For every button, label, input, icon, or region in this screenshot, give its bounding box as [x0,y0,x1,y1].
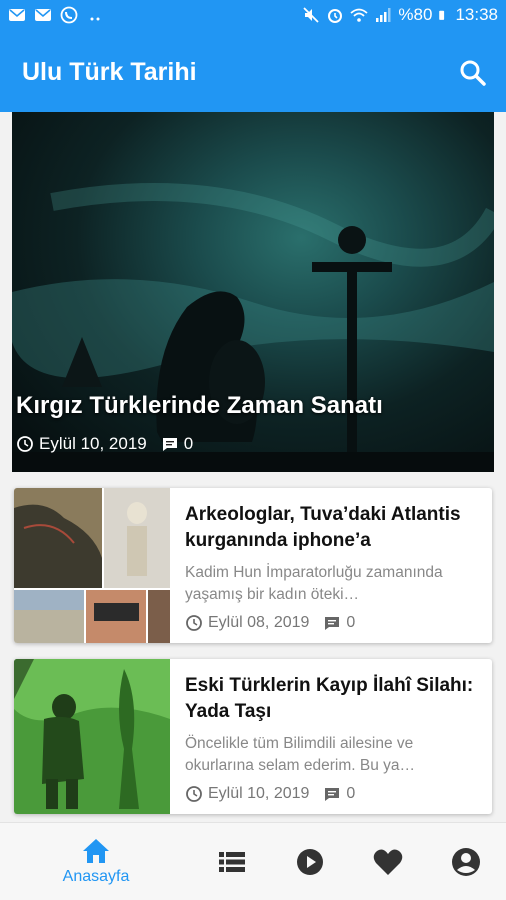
post-comment-count: 0 [346,785,356,802]
post-card[interactable]: Arkeologlar, Tuva’daki Atlantis kurganın… [14,488,492,643]
nav-list[interactable] [212,823,252,900]
mail-icon [9,9,25,21]
comment-icon [325,788,340,801]
post-excerpt: Öncelikle tüm Bilimdili ailesine ve okur… [185,735,416,774]
post-comment-count: 0 [346,614,356,631]
featured-comment-count: 0 [183,434,194,453]
nav-home[interactable]: Anasayfa [50,823,142,900]
more-dots-icon [90,17,100,21]
alarm-icon [328,9,343,23]
nav-home-label: Anasayfa [62,868,130,885]
play-icon [297,849,323,875]
search-icon[interactable] [458,58,488,88]
featured-title[interactable]: Kırgız Türklerinde Zaman Sanatı [16,392,383,420]
status-bar: %80 13:38 [0,0,506,34]
post-thumbnail [14,659,170,814]
post-meta: Eylül 10, 2019 0 [185,785,483,803]
wifi-icon [350,8,369,22]
featured-meta: Eylül 10, 2019 0 [16,434,193,454]
battery-icon [439,10,445,20]
list-icon [219,852,245,872]
nav-favorites[interactable] [368,823,408,900]
clock-icon [186,615,202,631]
battery-percent: %80 [398,5,433,24]
post-excerpt: Kadim Hun İmparatorluğu zamanında yaşamı… [185,564,443,603]
post-date: Eylül 10, 2019 [208,785,310,802]
clock-icon [186,786,202,802]
post-title[interactable]: Eski Türklerin Kayıp İlahî Silahı: Yada … [185,673,483,725]
bottom-nav: Anasayfa [0,822,506,900]
post-card[interactable]: Eski Türklerin Kayıp İlahî Silahı: Yada … [14,659,492,814]
mail-icon [35,9,51,21]
post-meta: Eylül 08, 2019 0 [185,614,483,632]
app-title: Ulu Türk Tarihi [22,58,197,86]
signal-icon [376,8,391,22]
account-icon [452,848,480,876]
post-title[interactable]: Arkeologlar, Tuva’daki Atlantis kurganın… [185,502,483,554]
post-thumbnail [14,488,170,643]
post-feed[interactable]: Kırgız Türklerinde Zaman Sanatı Eylül 10… [0,112,506,822]
nav-account[interactable] [446,823,486,900]
clock-icon [17,436,33,452]
featured-post[interactable]: Kırgız Türklerinde Zaman Sanatı Eylül 10… [12,112,494,472]
nav-video[interactable] [290,823,330,900]
post-date: Eylül 08, 2019 [208,614,310,631]
heart-icon [373,849,403,875]
mute-icon [303,7,320,23]
featured-date: Eylül 10, 2019 [39,434,147,453]
home-icon [83,839,109,863]
app-bar: Ulu Türk Tarihi [0,34,506,112]
whatsapp-icon [60,6,78,24]
comment-icon [325,617,340,630]
clock: 13:38 [455,5,498,24]
comment-icon [162,438,177,451]
